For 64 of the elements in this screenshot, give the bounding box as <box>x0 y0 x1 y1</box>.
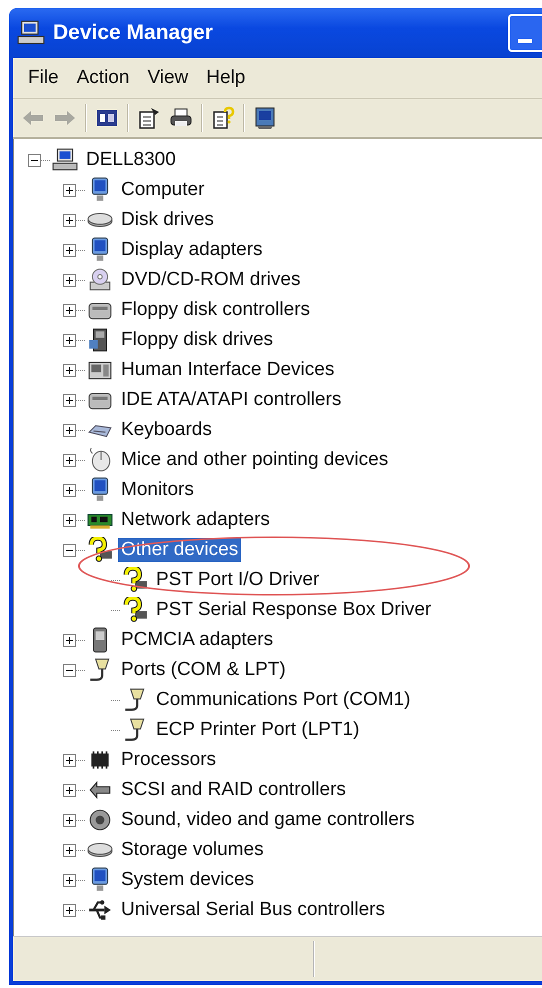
expand-button[interactable] <box>63 904 76 916</box>
tree-item[interactable]: Communications Port (COM1) <box>153 688 414 712</box>
minimize-button[interactable] <box>508 14 542 52</box>
expand-button[interactable] <box>63 484 76 496</box>
tree-item[interactable]: PST Serial Response Box Driver <box>153 598 434 622</box>
expand-button[interactable] <box>63 844 76 856</box>
expand-button[interactable] <box>63 244 76 256</box>
mouse-icon <box>87 447 113 473</box>
tree-item[interactable]: Human Interface Devices <box>118 358 338 382</box>
question-mark-icon <box>122 567 148 593</box>
collapse-button[interactable] <box>63 544 76 556</box>
tree-item[interactable]: PST Port I/O Driver <box>153 568 322 592</box>
tree-item[interactable]: Mice and other pointing devices <box>118 448 392 472</box>
expand-button[interactable] <box>63 364 76 376</box>
tree-item[interactable]: Monitors <box>118 478 197 502</box>
collapse-button[interactable] <box>28 154 41 166</box>
computer-icon <box>17 19 45 47</box>
tree-item[interactable]: Storage volumes <box>118 838 267 862</box>
expand-button[interactable] <box>63 874 76 886</box>
cd-drive-icon <box>87 267 113 293</box>
tree-item[interactable]: Network adapters <box>118 508 273 532</box>
window-title: Device Manager <box>53 21 213 45</box>
tree-item[interactable]: Other devices <box>118 538 242 562</box>
tree-item[interactable]: Computer <box>118 178 208 202</box>
expand-button[interactable] <box>63 214 76 226</box>
menu-item[interactable]: Action <box>68 65 138 91</box>
speaker-icon <box>87 807 113 833</box>
help-icon[interactable] <box>211 106 235 130</box>
expand-button[interactable] <box>63 634 76 646</box>
tree-item[interactable]: Ports (COM & LPT) <box>118 658 289 682</box>
tree-item[interactable]: Floppy disk drives <box>118 328 276 352</box>
properties-icon[interactable] <box>137 106 161 130</box>
computer-icon <box>52 147 78 173</box>
tree-item[interactable]: Keyboards <box>118 418 215 442</box>
expand-button[interactable] <box>63 754 76 766</box>
menu-item[interactable]: View <box>138 65 198 91</box>
tree-item[interactable]: System devices <box>118 868 258 892</box>
expand-button[interactable] <box>63 814 76 826</box>
expand-button[interactable] <box>63 274 76 286</box>
question-mark-icon <box>87 537 113 563</box>
tree-item[interactable]: PCMCIA adapters <box>118 628 276 652</box>
expand-button[interactable] <box>63 454 76 466</box>
expand-button[interactable] <box>63 304 76 316</box>
tree-item[interactable]: Universal Serial Bus controllers <box>118 898 388 922</box>
expand-button[interactable] <box>63 424 76 436</box>
tree-item[interactable]: Processors <box>118 748 220 772</box>
tree-item[interactable]: DVD/CD-ROM drives <box>118 268 304 292</box>
tree-item[interactable]: Disk drives <box>118 208 217 232</box>
tree-item[interactable]: IDE ATA/ATAPI controllers <box>118 388 344 412</box>
question-mark-icon <box>122 597 148 623</box>
tree-item[interactable]: ECP Printer Port (LPT1) <box>153 718 362 742</box>
expand-button[interactable] <box>63 784 76 796</box>
expand-button[interactable] <box>63 334 76 346</box>
menu-item[interactable]: File <box>19 65 68 91</box>
tree-item[interactable]: Floppy disk controllers <box>118 298 314 322</box>
collapse-button[interactable] <box>63 664 76 676</box>
tree-item[interactable]: Display adapters <box>118 238 266 262</box>
tree-item[interactable]: SCSI and RAID controllers <box>118 778 349 802</box>
expand-button[interactable] <box>63 184 76 196</box>
tree-item[interactable]: DELL8300 <box>83 148 179 172</box>
tree-item[interactable]: Sound, video and game controllers <box>118 808 418 832</box>
expand-button[interactable] <box>63 514 76 526</box>
expand-button[interactable] <box>63 394 76 406</box>
menu-item[interactable]: Help <box>197 65 254 91</box>
